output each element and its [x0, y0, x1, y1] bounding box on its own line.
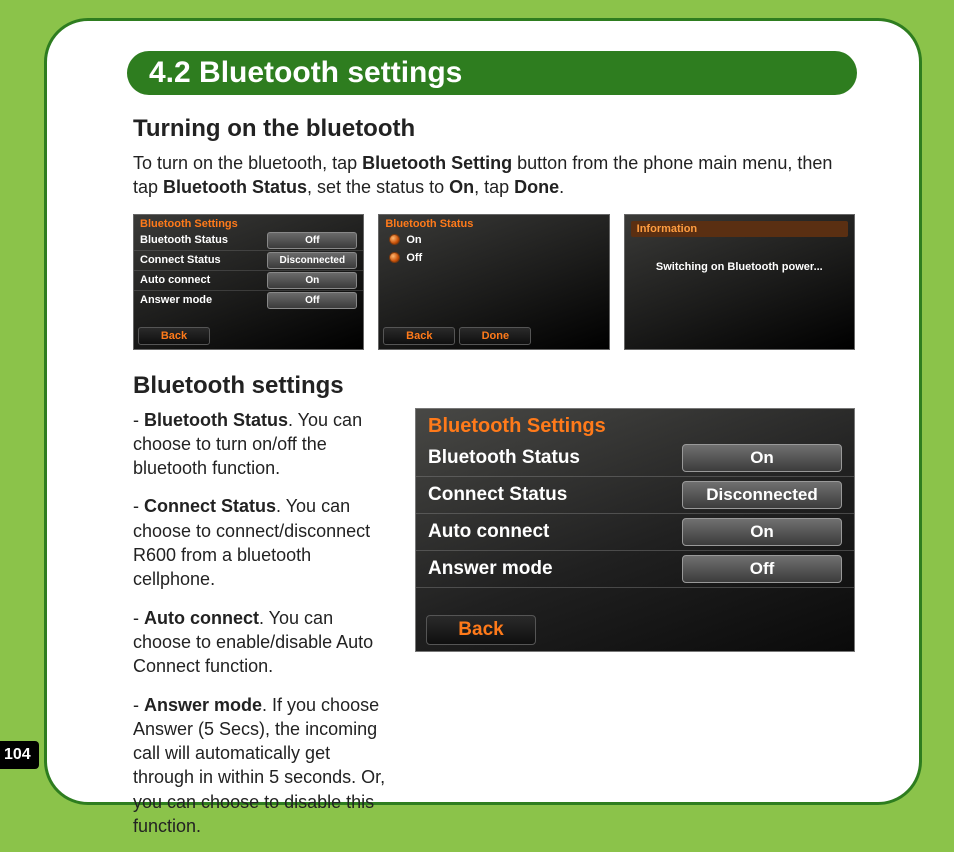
definitions-column: - Bluetooth Status. You can choose to tu…: [133, 408, 395, 852]
row-label: Connect Status: [140, 254, 267, 266]
back-button[interactable]: Back: [383, 327, 455, 345]
row-label: Bluetooth Status: [140, 234, 267, 246]
page-content: Turning on the bluetooth To turn on the …: [133, 115, 855, 762]
term: Answer mode: [144, 695, 262, 715]
radio-icon: [389, 252, 400, 263]
intro-bold-setting: Bluetooth Setting: [362, 153, 512, 173]
definition-item: - Connect Status. You can choose to conn…: [133, 494, 395, 591]
radio-label: Off: [406, 252, 422, 264]
softkey-row: Back Done: [379, 325, 535, 347]
row-value-button[interactable]: Disconnected: [267, 252, 357, 269]
softkey-row: Back: [134, 325, 214, 347]
radio-label: On: [406, 234, 421, 246]
row-label: Auto connect: [140, 274, 267, 286]
definition-item: - Auto connect. You can choose to enable…: [133, 606, 395, 679]
back-button[interactable]: Back: [138, 327, 210, 345]
row-label: Answer mode: [140, 294, 267, 306]
screen-header: Bluetooth Settings: [134, 215, 363, 231]
settings-row[interactable]: Auto connect On: [416, 514, 854, 551]
settings-row[interactable]: Auto connect On: [134, 271, 363, 291]
term: Connect Status: [144, 496, 276, 516]
settings-row[interactable]: Answer mode Off: [134, 291, 363, 310]
intro-text: , tap: [474, 177, 514, 197]
intro-text: .: [559, 177, 564, 197]
intro-bold-status: Bluetooth Status: [163, 177, 307, 197]
row-value-button[interactable]: Off: [267, 232, 357, 249]
term: Auto connect: [144, 608, 259, 628]
radio-option-on[interactable]: On: [379, 231, 608, 249]
row-value-button[interactable]: Disconnected: [682, 481, 842, 509]
row-value-button[interactable]: Off: [267, 292, 357, 309]
screenshots-row: Bluetooth Settings Bluetooth Status Off …: [133, 214, 855, 350]
definition-item: - Bluetooth Status. You can choose to tu…: [133, 408, 395, 481]
intro-bold-on: On: [449, 177, 474, 197]
term: Bluetooth Status: [144, 410, 288, 430]
subheading-bluetooth-settings: Bluetooth settings: [133, 372, 855, 400]
definition-item: - Answer mode. If you choose Answer (5 S…: [133, 693, 395, 839]
lower-columns: - Bluetooth Status. You can choose to tu…: [133, 408, 855, 852]
info-header: Information: [631, 221, 848, 237]
intro-text: , set the status to: [307, 177, 449, 197]
intro-paragraph: To turn on the bluetooth, tap Bluetooth …: [133, 151, 855, 200]
screen-header: Bluetooth Status: [379, 215, 608, 231]
settings-row[interactable]: Answer mode Off: [416, 551, 854, 588]
section-title: 4.2 Bluetooth settings: [149, 56, 462, 90]
page-number-tab: 104: [0, 741, 39, 769]
subheading-turning-on: Turning on the bluetooth: [133, 115, 855, 143]
row-label: Bluetooth Status: [428, 447, 682, 469]
back-button[interactable]: Back: [426, 615, 536, 645]
screen-header: Bluetooth Settings: [416, 409, 854, 440]
row-label: Answer mode: [428, 558, 682, 580]
info-message: Switching on Bluetooth power...: [625, 243, 854, 273]
page-frame: 4.2 Bluetooth settings Turning on the bl…: [44, 18, 922, 805]
row-value-button[interactable]: On: [682, 444, 842, 472]
done-button[interactable]: Done: [459, 327, 531, 345]
settings-row[interactable]: Connect Status Disconnected: [134, 251, 363, 271]
section-title-bar: 4.2 Bluetooth settings: [127, 51, 857, 95]
radio-option-off[interactable]: Off: [379, 249, 608, 267]
row-value-button[interactable]: Off: [682, 555, 842, 583]
row-value-button[interactable]: On: [682, 518, 842, 546]
screenshot-bluetooth-settings-large: Bluetooth Settings Bluetooth Status On C…: [415, 408, 855, 652]
settings-row[interactable]: Bluetooth Status On: [416, 440, 854, 477]
screenshot-information: Information Switching on Bluetooth power…: [624, 214, 855, 350]
screenshot-bluetooth-settings: Bluetooth Settings Bluetooth Status Off …: [133, 214, 364, 350]
row-value-button[interactable]: On: [267, 272, 357, 289]
screenshot-bluetooth-status: Bluetooth Status On Off Back Done: [378, 214, 609, 350]
radio-icon: [389, 234, 400, 245]
row-label: Auto connect: [428, 521, 682, 543]
intro-bold-done: Done: [514, 177, 559, 197]
row-label: Connect Status: [428, 484, 682, 506]
settings-list: Bluetooth Status Off Connect Status Disc…: [134, 231, 363, 310]
settings-row[interactable]: Bluetooth Status Off: [134, 231, 363, 251]
term-desc: . If you choose Answer (5 Secs), the inc…: [133, 695, 385, 836]
settings-row[interactable]: Connect Status Disconnected: [416, 477, 854, 514]
intro-text: To turn on the bluetooth, tap: [133, 153, 362, 173]
